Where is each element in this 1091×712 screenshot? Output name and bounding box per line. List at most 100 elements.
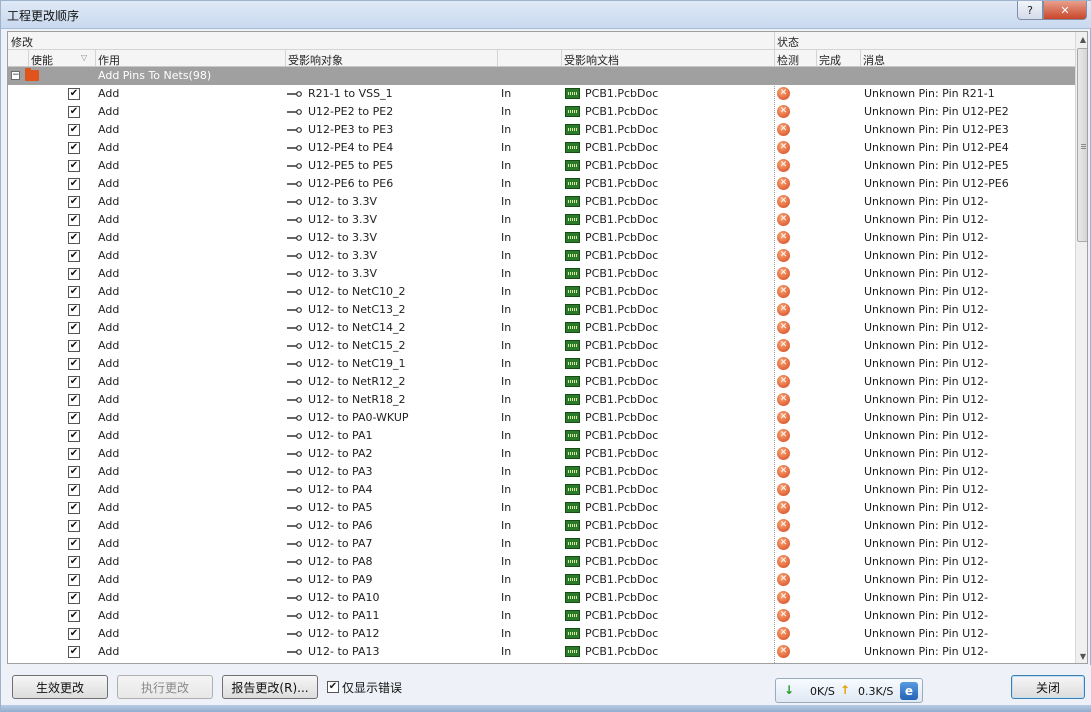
enable-checkbox[interactable]: ✔: [68, 304, 80, 316]
table-row[interactable]: ✔ Add U12-PE5 to PE5 In PCB1.PcbDoc ✕ Unknown …: [8, 157, 1075, 175]
enable-checkbox[interactable]: ✔: [68, 646, 80, 658]
enable-checkbox[interactable]: ✔: [68, 628, 80, 640]
enable-checkbox[interactable]: ✔: [68, 448, 80, 460]
table-row[interactable]: ✔ Add U12-PE6 to PE6 In PCB1.PcbDoc ✕ Unknown …: [8, 175, 1075, 193]
pin-icon: [287, 451, 302, 457]
direction-cell: In: [501, 105, 512, 118]
enable-checkbox[interactable]: ✔: [68, 412, 80, 424]
enable-checkbox[interactable]: ✔: [68, 520, 80, 532]
table-row[interactable]: ✔ Add U12-PE3 to PE3 In PCB1.PcbDoc ✕ Unknown …: [8, 121, 1075, 139]
enable-checkbox[interactable]: ✔: [68, 610, 80, 622]
error-icon: ✕: [777, 411, 790, 424]
table-row[interactable]: ✔ Add U12- to 3.3V In PCB1.PcbDoc ✕ Unknown Pi…: [8, 247, 1075, 265]
table-row[interactable]: ✔ Add U12- to PA13 In PCB1.PcbDoc ✕ Unknown Pi…: [8, 643, 1075, 661]
table-row[interactable]: ✔ Add U12- to 3.3V In PCB1.PcbDoc ✕ Unknown Pi…: [8, 211, 1075, 229]
enable-checkbox[interactable]: ✔: [68, 574, 80, 586]
col-enable-header[interactable]: 使能: [31, 52, 53, 68]
report-changes-button[interactable]: 报告更改(R)...: [222, 675, 318, 699]
table-row[interactable]: ✔ Add U12- to PA10 In PCB1.PcbDoc ✕ Unknown Pi…: [8, 589, 1075, 607]
network-speed-widget[interactable]: ↓ 0K/S ↑ 0.3K/S e: [775, 678, 923, 703]
group-row[interactable]: − Add Pins To Nets(98): [8, 67, 1075, 85]
table-row[interactable]: ✔ Add U12- to NetR12_2 In PCB1.PcbDoc ✕ Unknow…: [8, 373, 1075, 391]
pin-icon: [287, 181, 302, 187]
enable-checkbox[interactable]: ✔: [68, 592, 80, 604]
table-row[interactable]: ✔ Add U12- to PA1 In PCB1.PcbDoc ✕ Unknown Pin…: [8, 427, 1075, 445]
table-row[interactable]: ✔ Add U12- to 3.3V In PCB1.PcbDoc ✕ Unknown Pi…: [8, 265, 1075, 283]
enable-checkbox[interactable]: ✔: [68, 394, 80, 406]
table-row[interactable]: ✔ Add U12- to PA11 In PCB1.PcbDoc ✕ Unknown Pi…: [8, 607, 1075, 625]
table-row[interactable]: ✔ Add U12- to 3.3V In PCB1.PcbDoc ✕ Unknown Pi…: [8, 193, 1075, 211]
direction-cell: In: [501, 195, 512, 208]
table-row[interactable]: ✔ Add U12- to PA12 In PCB1.PcbDoc ✕ Unknown Pi…: [8, 625, 1075, 643]
enable-checkbox[interactable]: ✔: [68, 466, 80, 478]
table-row[interactable]: ✔ Add U12- to PA2 In PCB1.PcbDoc ✕ Unknown Pin…: [8, 445, 1075, 463]
enable-checkbox[interactable]: ✔: [68, 340, 80, 352]
table-row[interactable]: ✔ Add U12- to NetC14_2 In PCB1.PcbDoc ✕ Unknow…: [8, 319, 1075, 337]
enable-checkbox[interactable]: ✔: [68, 358, 80, 370]
col-message-header[interactable]: 消息: [863, 52, 885, 68]
table-row[interactable]: ✔ Add U12- to PA0-WKUP In PCB1.PcbDoc ✕ Unknow…: [8, 409, 1075, 427]
action-cell: Add: [98, 465, 120, 478]
col-document-header[interactable]: 受影响文档: [564, 52, 619, 68]
execute-changes-button[interactable]: 执行更改: [117, 675, 213, 699]
enable-checkbox[interactable]: ✔: [68, 286, 80, 298]
table-row[interactable]: ✔ Add U12- to PA6 In PCB1.PcbDoc ✕ Unknown Pin…: [8, 517, 1075, 535]
enable-checkbox[interactable]: ✔: [68, 178, 80, 190]
table-row[interactable]: ✔ Add U12-PE4 to PE4 In PCB1.PcbDoc ✕ Unknown …: [8, 139, 1075, 157]
only-errors-label[interactable]: 仅显示错误: [342, 679, 402, 696]
vertical-scrollbar[interactable]: ▲ ▼: [1075, 32, 1087, 663]
direction-cell: In: [501, 249, 512, 262]
table-row[interactable]: ✔ Add U12- to 3.3V In PCB1.PcbDoc ✕ Unknown Pi…: [8, 229, 1075, 247]
enable-checkbox[interactable]: ✔: [68, 538, 80, 550]
table-row[interactable]: ✔ Add U12- to PA3 In PCB1.PcbDoc ✕ Unknown Pin…: [8, 463, 1075, 481]
window-close-button[interactable]: ✕: [1043, 1, 1087, 20]
enable-checkbox[interactable]: ✔: [68, 214, 80, 226]
enable-checkbox[interactable]: ✔: [68, 142, 80, 154]
table-row[interactable]: ✔ Add U12- to NetC13_2 In PCB1.PcbDoc ✕ Unknow…: [8, 301, 1075, 319]
sort-desc-icon[interactable]: ▽: [81, 53, 87, 62]
enable-checkbox[interactable]: ✔: [68, 106, 80, 118]
table-row[interactable]: ✔ Add U12- to PA4 In PCB1.PcbDoc ✕ Unknown Pin…: [8, 481, 1075, 499]
enable-checkbox[interactable]: ✔: [68, 250, 80, 262]
error-icon: ✕: [777, 87, 790, 100]
enable-checkbox[interactable]: ✔: [68, 484, 80, 496]
validate-changes-button[interactable]: 生效更改: [12, 675, 108, 699]
collapse-icon[interactable]: −: [11, 71, 20, 80]
help-button[interactable]: ?: [1017, 1, 1043, 20]
group-label: Add Pins To Nets(98): [98, 69, 212, 82]
scroll-up-icon[interactable]: ▲: [1077, 33, 1087, 47]
table-row[interactable]: ✔ Add U12- to PA8 In PCB1.PcbDoc ✕ Unknown Pin…: [8, 553, 1075, 571]
col-done-header[interactable]: 完成: [819, 52, 841, 68]
scroll-down-icon[interactable]: ▼: [1077, 650, 1087, 663]
enable-checkbox[interactable]: ✔: [68, 376, 80, 388]
table-row[interactable]: ✔ Add U12- to NetC10_2 In PCB1.PcbDoc ✕ Unknow…: [8, 283, 1075, 301]
object-cell: U12- to NetC15_2: [308, 339, 406, 352]
enable-checkbox[interactable]: ✔: [68, 232, 80, 244]
enable-checkbox[interactable]: ✔: [68, 502, 80, 514]
only-errors-checkbox[interactable]: ✔: [327, 681, 339, 693]
enable-checkbox[interactable]: ✔: [68, 160, 80, 172]
enable-checkbox[interactable]: ✔: [68, 124, 80, 136]
enable-checkbox[interactable]: ✔: [68, 268, 80, 280]
table-row[interactable]: ✔ Add U12- to NetC19_1 In PCB1.PcbDoc ✕ Unknow…: [8, 355, 1075, 373]
enable-checkbox[interactable]: ✔: [68, 430, 80, 442]
col-check-header[interactable]: 检测: [777, 52, 799, 68]
enable-checkbox[interactable]: ✔: [68, 556, 80, 568]
col-action-header[interactable]: 作用: [98, 52, 120, 68]
enable-checkbox[interactable]: ✔: [68, 88, 80, 100]
direction-cell: In: [501, 339, 512, 352]
table-row[interactable]: ✔ Add U12- to PA5 In PCB1.PcbDoc ✕ Unknown Pin…: [8, 499, 1075, 517]
enable-checkbox[interactable]: ✔: [68, 196, 80, 208]
table-row[interactable]: ✔ Add U12- to NetR18_2 In PCB1.PcbDoc ✕ Unknow…: [8, 391, 1075, 409]
col-object-header[interactable]: 受影响对象: [288, 52, 343, 68]
browser-icon[interactable]: e: [900, 682, 918, 700]
error-icon: ✕: [777, 537, 790, 550]
table-row[interactable]: ✔ Add R21-1 to VSS_1 In PCB1.PcbDoc ✕ Unknown …: [8, 85, 1075, 103]
table-row[interactable]: ✔ Add U12- to NetC15_2 In PCB1.PcbDoc ✕ Unknow…: [8, 337, 1075, 355]
enable-checkbox[interactable]: ✔: [68, 322, 80, 334]
scroll-thumb[interactable]: [1077, 48, 1087, 242]
table-row[interactable]: ✔ Add U12- to PA7 In PCB1.PcbDoc ✕ Unknown Pin…: [8, 535, 1075, 553]
table-row[interactable]: ✔ Add U12- to PA9 In PCB1.PcbDoc ✕ Unknown Pin…: [8, 571, 1075, 589]
close-button[interactable]: 关闭: [1011, 675, 1085, 699]
table-row[interactable]: ✔ Add U12-PE2 to PE2 In PCB1.PcbDoc ✕ Unknown …: [8, 103, 1075, 121]
